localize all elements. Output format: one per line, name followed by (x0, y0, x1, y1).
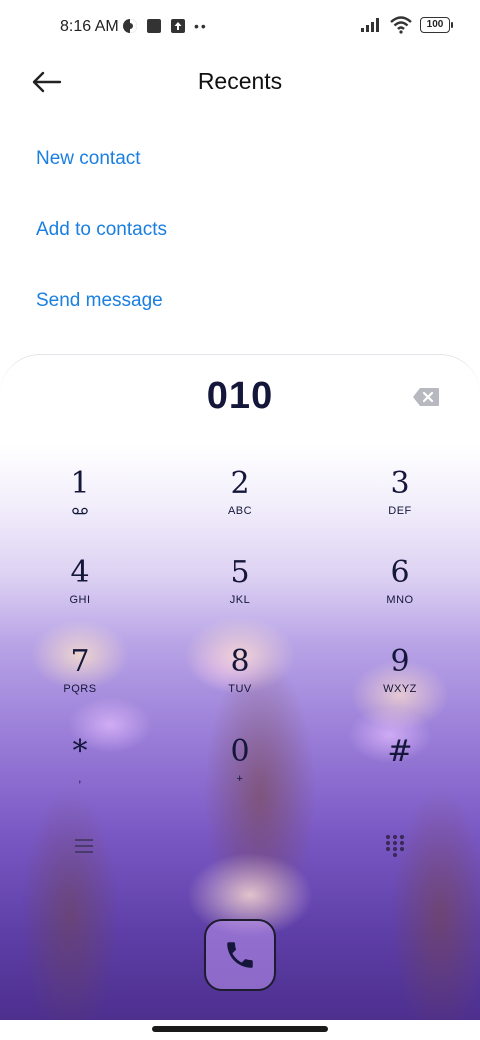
new-contact-link[interactable]: New contact (36, 148, 141, 170)
phone-icon (227, 942, 253, 968)
dialer-panel: 010 1 2 ABC 3 DEF 4 GHI 5 JKL 6 MNO 7 PQ… (0, 354, 480, 1020)
key-letters: PQRS (63, 683, 97, 695)
key-digit: 4 (70, 555, 90, 590)
key-digit: 6 (390, 555, 410, 590)
backspace-icon[interactable] (412, 387, 440, 407)
keypad-icon[interactable] (384, 833, 406, 857)
key-hash[interactable]: # (345, 735, 455, 807)
key-digit: 8 (230, 644, 250, 679)
key-6[interactable]: 6 MNO (345, 556, 455, 628)
send-message-link[interactable]: Send message (36, 290, 163, 312)
key-digit: 9 (390, 644, 410, 679)
page-title: Recents (197, 68, 283, 94)
key-0[interactable]: 0 + (185, 735, 295, 807)
key-3[interactable]: 3 DEF (345, 467, 455, 539)
key-letters: MNO (386, 594, 414, 606)
key-digit: 0 (230, 734, 250, 769)
status-bar: 8:16 AM •• 100 (0, 0, 480, 56)
battery-indicator: 100 (420, 17, 453, 33)
key-letters: TUV (228, 683, 252, 695)
status-right: 100 (360, 16, 453, 34)
dialed-number: 010 (206, 375, 274, 417)
key-2[interactable]: 2 ABC (185, 467, 295, 539)
key-digit: 3 (390, 466, 410, 501)
key-letters: , (78, 773, 82, 785)
key-star[interactable]: * , (25, 735, 135, 807)
key-letters: JKL (229, 594, 251, 606)
header: Recents (0, 56, 480, 108)
call-button[interactable] (204, 919, 276, 991)
home-indicator (152, 1026, 328, 1032)
key-digit: 5 (230, 555, 250, 590)
square-icon (147, 19, 161, 33)
more-dots-icon: •• (194, 18, 208, 34)
key-letters: GHI (69, 594, 91, 606)
status-left-icons: •• (122, 18, 208, 34)
theme-icon (123, 19, 137, 33)
upload-icon (171, 19, 185, 33)
key-5[interactable]: 5 JKL (185, 556, 295, 628)
key-letters: DEF (388, 505, 412, 517)
key-digit: 2 (230, 466, 250, 501)
key-digit: 7 (70, 644, 90, 679)
key-9[interactable]: 9 WXYZ (345, 645, 455, 717)
voicemail-icon (72, 507, 88, 515)
key-letters: ABC (227, 505, 253, 517)
key-4[interactable]: 4 GHI (25, 556, 135, 628)
menu-icon[interactable] (73, 836, 95, 856)
key-letters: + (236, 773, 244, 785)
key-digit: * (72, 734, 88, 769)
wifi-icon (390, 16, 412, 34)
signal-icon (361, 18, 379, 32)
add-to-contacts-link[interactable]: Add to contacts (36, 219, 167, 241)
key-8[interactable]: 8 TUV (185, 645, 295, 717)
status-time: 8:16 AM (60, 18, 119, 35)
key-7[interactable]: 7 PQRS (25, 645, 135, 717)
key-digit: # (387, 734, 413, 769)
key-letters: WXYZ (383, 683, 417, 695)
key-digit: 1 (70, 466, 90, 501)
key-1[interactable]: 1 (25, 467, 135, 539)
